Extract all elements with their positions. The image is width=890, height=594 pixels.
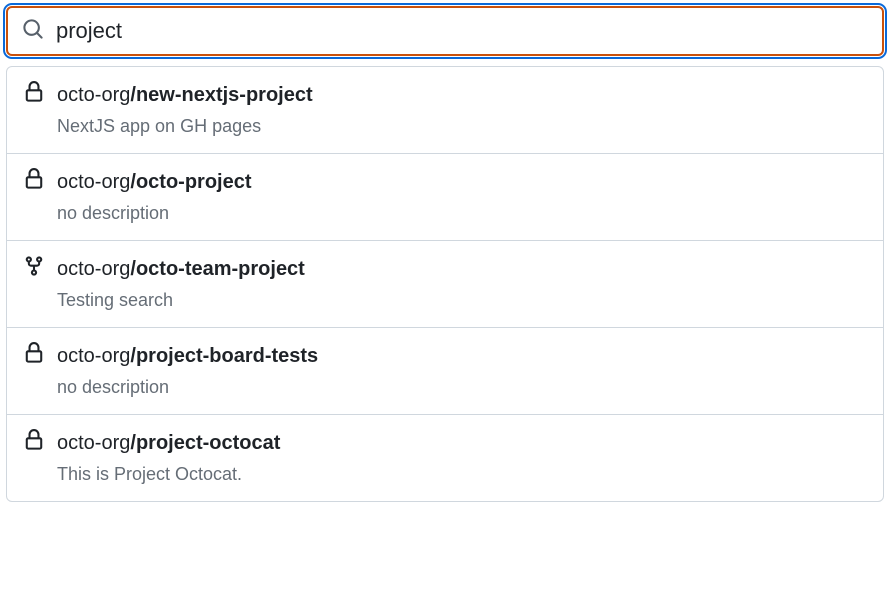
repo-description: This is Project Octocat. [57, 464, 867, 485]
repo-full-name: octo-org/new-nextjs-project [57, 82, 313, 108]
repo-description: Testing search [57, 290, 867, 311]
lock-icon [23, 429, 45, 456]
repo-owner: octo-org [57, 171, 130, 193]
repo-description: NextJS app on GH pages [57, 116, 867, 137]
result-title-row: octo-org/octo-team-project [23, 255, 867, 282]
repo-full-name: octo-org/project-board-tests [57, 343, 318, 369]
result-title-row: octo-org/octo-project [23, 168, 867, 195]
repo-owner: octo-org [57, 258, 130, 280]
repo-description: no description [57, 203, 867, 224]
result-title-row: octo-org/project-octocat [23, 429, 867, 456]
repo-name: project-octocat [136, 432, 280, 454]
repo-full-name: octo-org/project-octocat [57, 430, 280, 456]
repo-full-name: octo-org/octo-project [57, 169, 252, 195]
repo-name: new-nextjs-project [136, 84, 313, 106]
result-item[interactable]: octo-org/project-board-tests no descripti… [7, 328, 883, 415]
repo-owner: octo-org [57, 84, 130, 106]
lock-icon [23, 342, 45, 369]
lock-icon [23, 168, 45, 195]
result-item[interactable]: octo-org/project-octocat This is Project … [7, 415, 883, 501]
repo-name: project-board-tests [136, 345, 318, 367]
result-title-row: octo-org/project-board-tests [23, 342, 867, 369]
result-title-row: octo-org/new-nextjs-project [23, 81, 867, 108]
repo-owner: octo-org [57, 345, 130, 367]
search-icon [22, 18, 44, 45]
fork-icon [23, 255, 45, 282]
repo-description: no description [57, 377, 867, 398]
search-input[interactable] [56, 18, 868, 44]
repo-owner: octo-org [57, 432, 130, 454]
result-item[interactable]: octo-org/octo-team-project Testing search [7, 241, 883, 328]
lock-icon [23, 81, 45, 108]
search-results-panel: octo-org/new-nextjs-project NextJS app on… [6, 66, 884, 502]
repo-name: octo-team-project [136, 258, 305, 280]
repo-name: octo-project [136, 171, 252, 193]
result-item[interactable]: octo-org/octo-project no description [7, 154, 883, 241]
search-box-wrapper[interactable] [6, 6, 884, 56]
result-item[interactable]: octo-org/new-nextjs-project NextJS app on… [7, 67, 883, 154]
repo-full-name: octo-org/octo-team-project [57, 256, 305, 282]
